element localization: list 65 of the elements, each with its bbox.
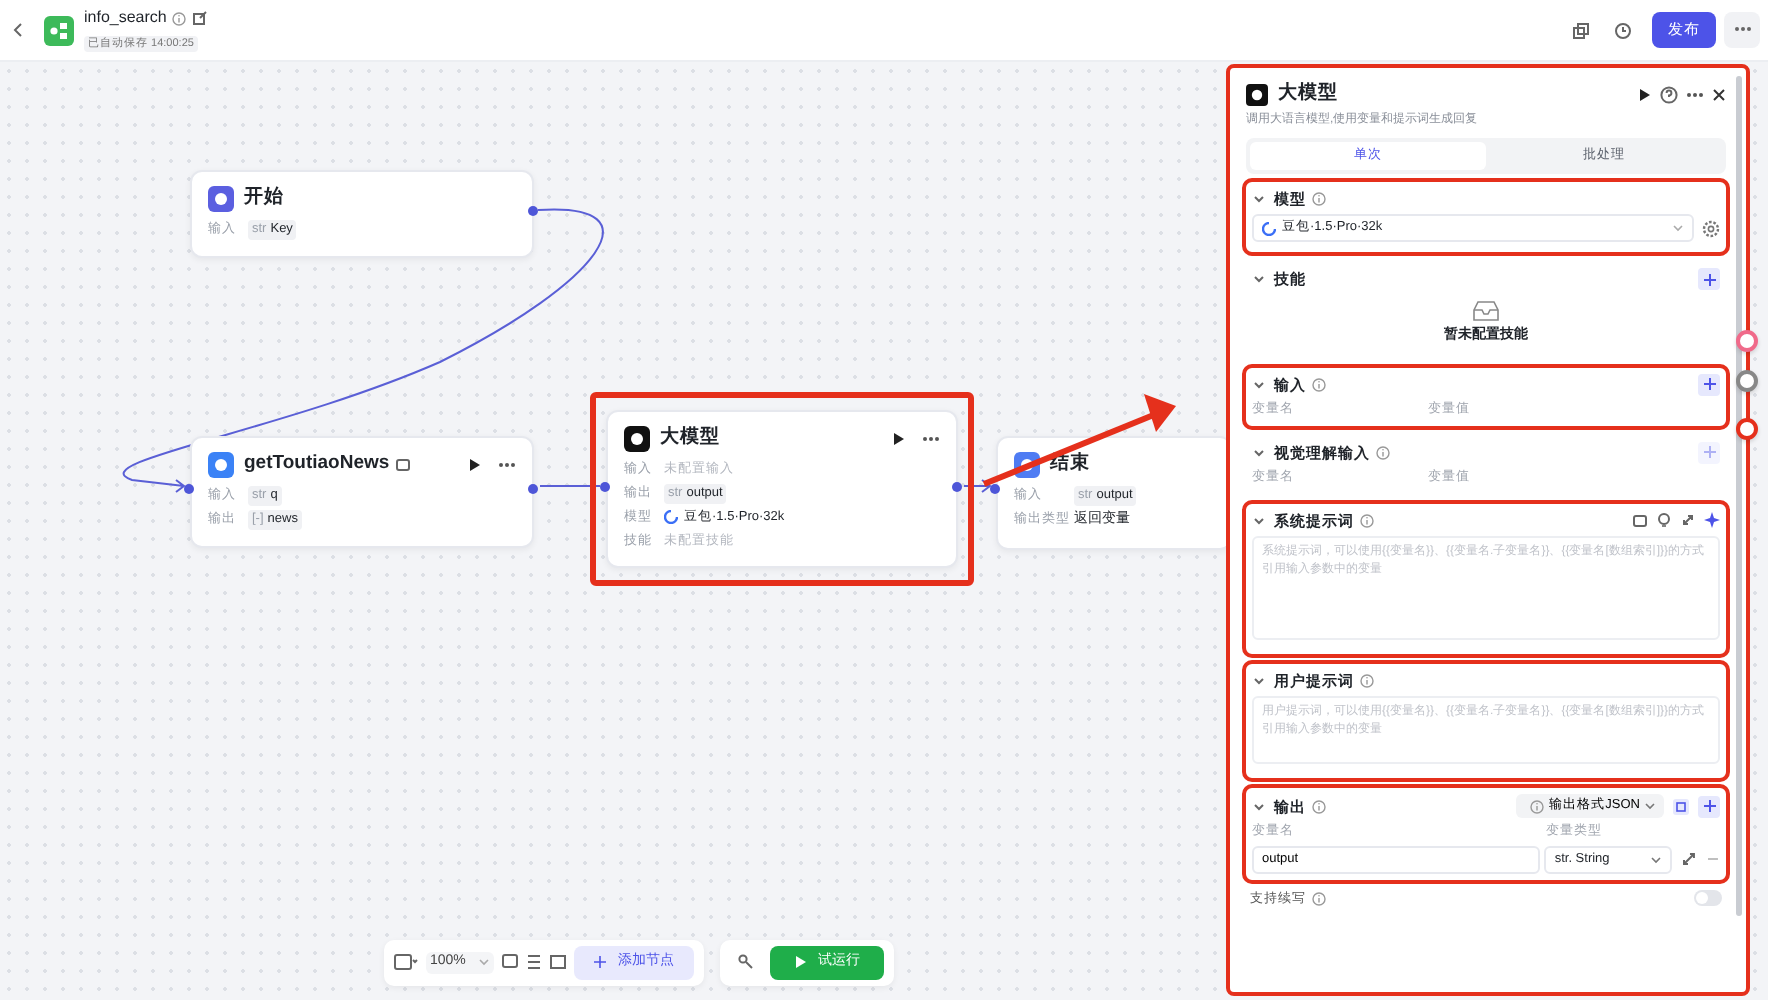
settings-icon[interactable] (1702, 219, 1720, 238)
plus-icon (1703, 446, 1715, 459)
plus-icon (1703, 273, 1715, 286)
expand-icon[interactable] (1682, 852, 1697, 867)
model-node-icon (1246, 83, 1268, 106)
key-icon[interactable] (738, 954, 754, 971)
more-icon[interactable] (1686, 91, 1704, 98)
info-icon (1529, 799, 1544, 814)
more-icon (1733, 26, 1751, 33)
layout-icon[interactable] (525, 954, 542, 971)
panel-title: 大模型 (1278, 80, 1338, 108)
empty-tray-icon (1472, 298, 1500, 323)
connector (963, 479, 992, 493)
caret-icon (1672, 222, 1684, 235)
play-icon[interactable] (1638, 87, 1652, 102)
app-title: info_search (84, 6, 167, 30)
info-icon (1312, 891, 1326, 906)
caret-icon (1650, 853, 1663, 866)
connection-handle[interactable] (600, 482, 610, 492)
caret-icon (477, 956, 490, 969)
history-icon[interactable] (1614, 21, 1632, 39)
plus-icon (1703, 800, 1715, 813)
edit-icon[interactable] (192, 10, 209, 26)
help-icon[interactable] (1660, 85, 1678, 104)
scrollbar[interactable] (1736, 76, 1742, 916)
more-icon[interactable] (498, 461, 516, 468)
expand-icon[interactable] (1680, 512, 1696, 529)
connection-handle[interactable] (990, 484, 1000, 494)
node-title: getToutiaoNews (244, 450, 390, 478)
chevron-down-icon[interactable] (1252, 674, 1266, 689)
chevron-down-icon[interactable] (1252, 192, 1266, 207)
copy-icon[interactable] (1572, 21, 1590, 39)
plus-icon (593, 956, 606, 969)
model-logo-icon (1262, 221, 1276, 236)
chevron-down-icon[interactable] (1252, 377, 1266, 392)
plus-icon (1703, 378, 1715, 391)
comment-icon[interactable] (501, 954, 518, 971)
connection-handle[interactable] (184, 484, 194, 494)
add-button[interactable] (1698, 795, 1720, 818)
bulb-icon[interactable] (1656, 512, 1672, 529)
more-button[interactable] (1724, 12, 1760, 48)
add-button[interactable] (1698, 268, 1720, 291)
chevron-down-icon[interactable] (1252, 799, 1266, 814)
node-title: 开始 (244, 184, 284, 212)
minimap-icon[interactable] (394, 954, 418, 971)
node-title: 大模型 (660, 424, 720, 452)
chevron-down-icon[interactable] (1252, 272, 1266, 287)
play-icon[interactable] (468, 457, 482, 472)
connection-handle[interactable] (528, 206, 538, 216)
play-icon[interactable] (892, 431, 906, 446)
play-icon (794, 956, 806, 969)
sparkle-icon[interactable] (1704, 512, 1720, 529)
toggle-switch[interactable] (1694, 890, 1722, 907)
chevron-down-icon[interactable] (1252, 445, 1266, 460)
connection-handle[interactable] (952, 482, 962, 492)
back-icon[interactable] (8, 20, 28, 40)
info-icon (172, 11, 187, 25)
close-icon[interactable] (1712, 87, 1726, 102)
more-icon[interactable] (922, 435, 940, 442)
caret-icon (1644, 800, 1656, 813)
chevron-down-icon[interactable] (1252, 513, 1266, 528)
app-logo-icon (44, 15, 74, 45)
schema-icon[interactable] (1672, 797, 1690, 816)
add-button[interactable] (1698, 373, 1720, 396)
connection-handle[interactable] (528, 484, 538, 494)
